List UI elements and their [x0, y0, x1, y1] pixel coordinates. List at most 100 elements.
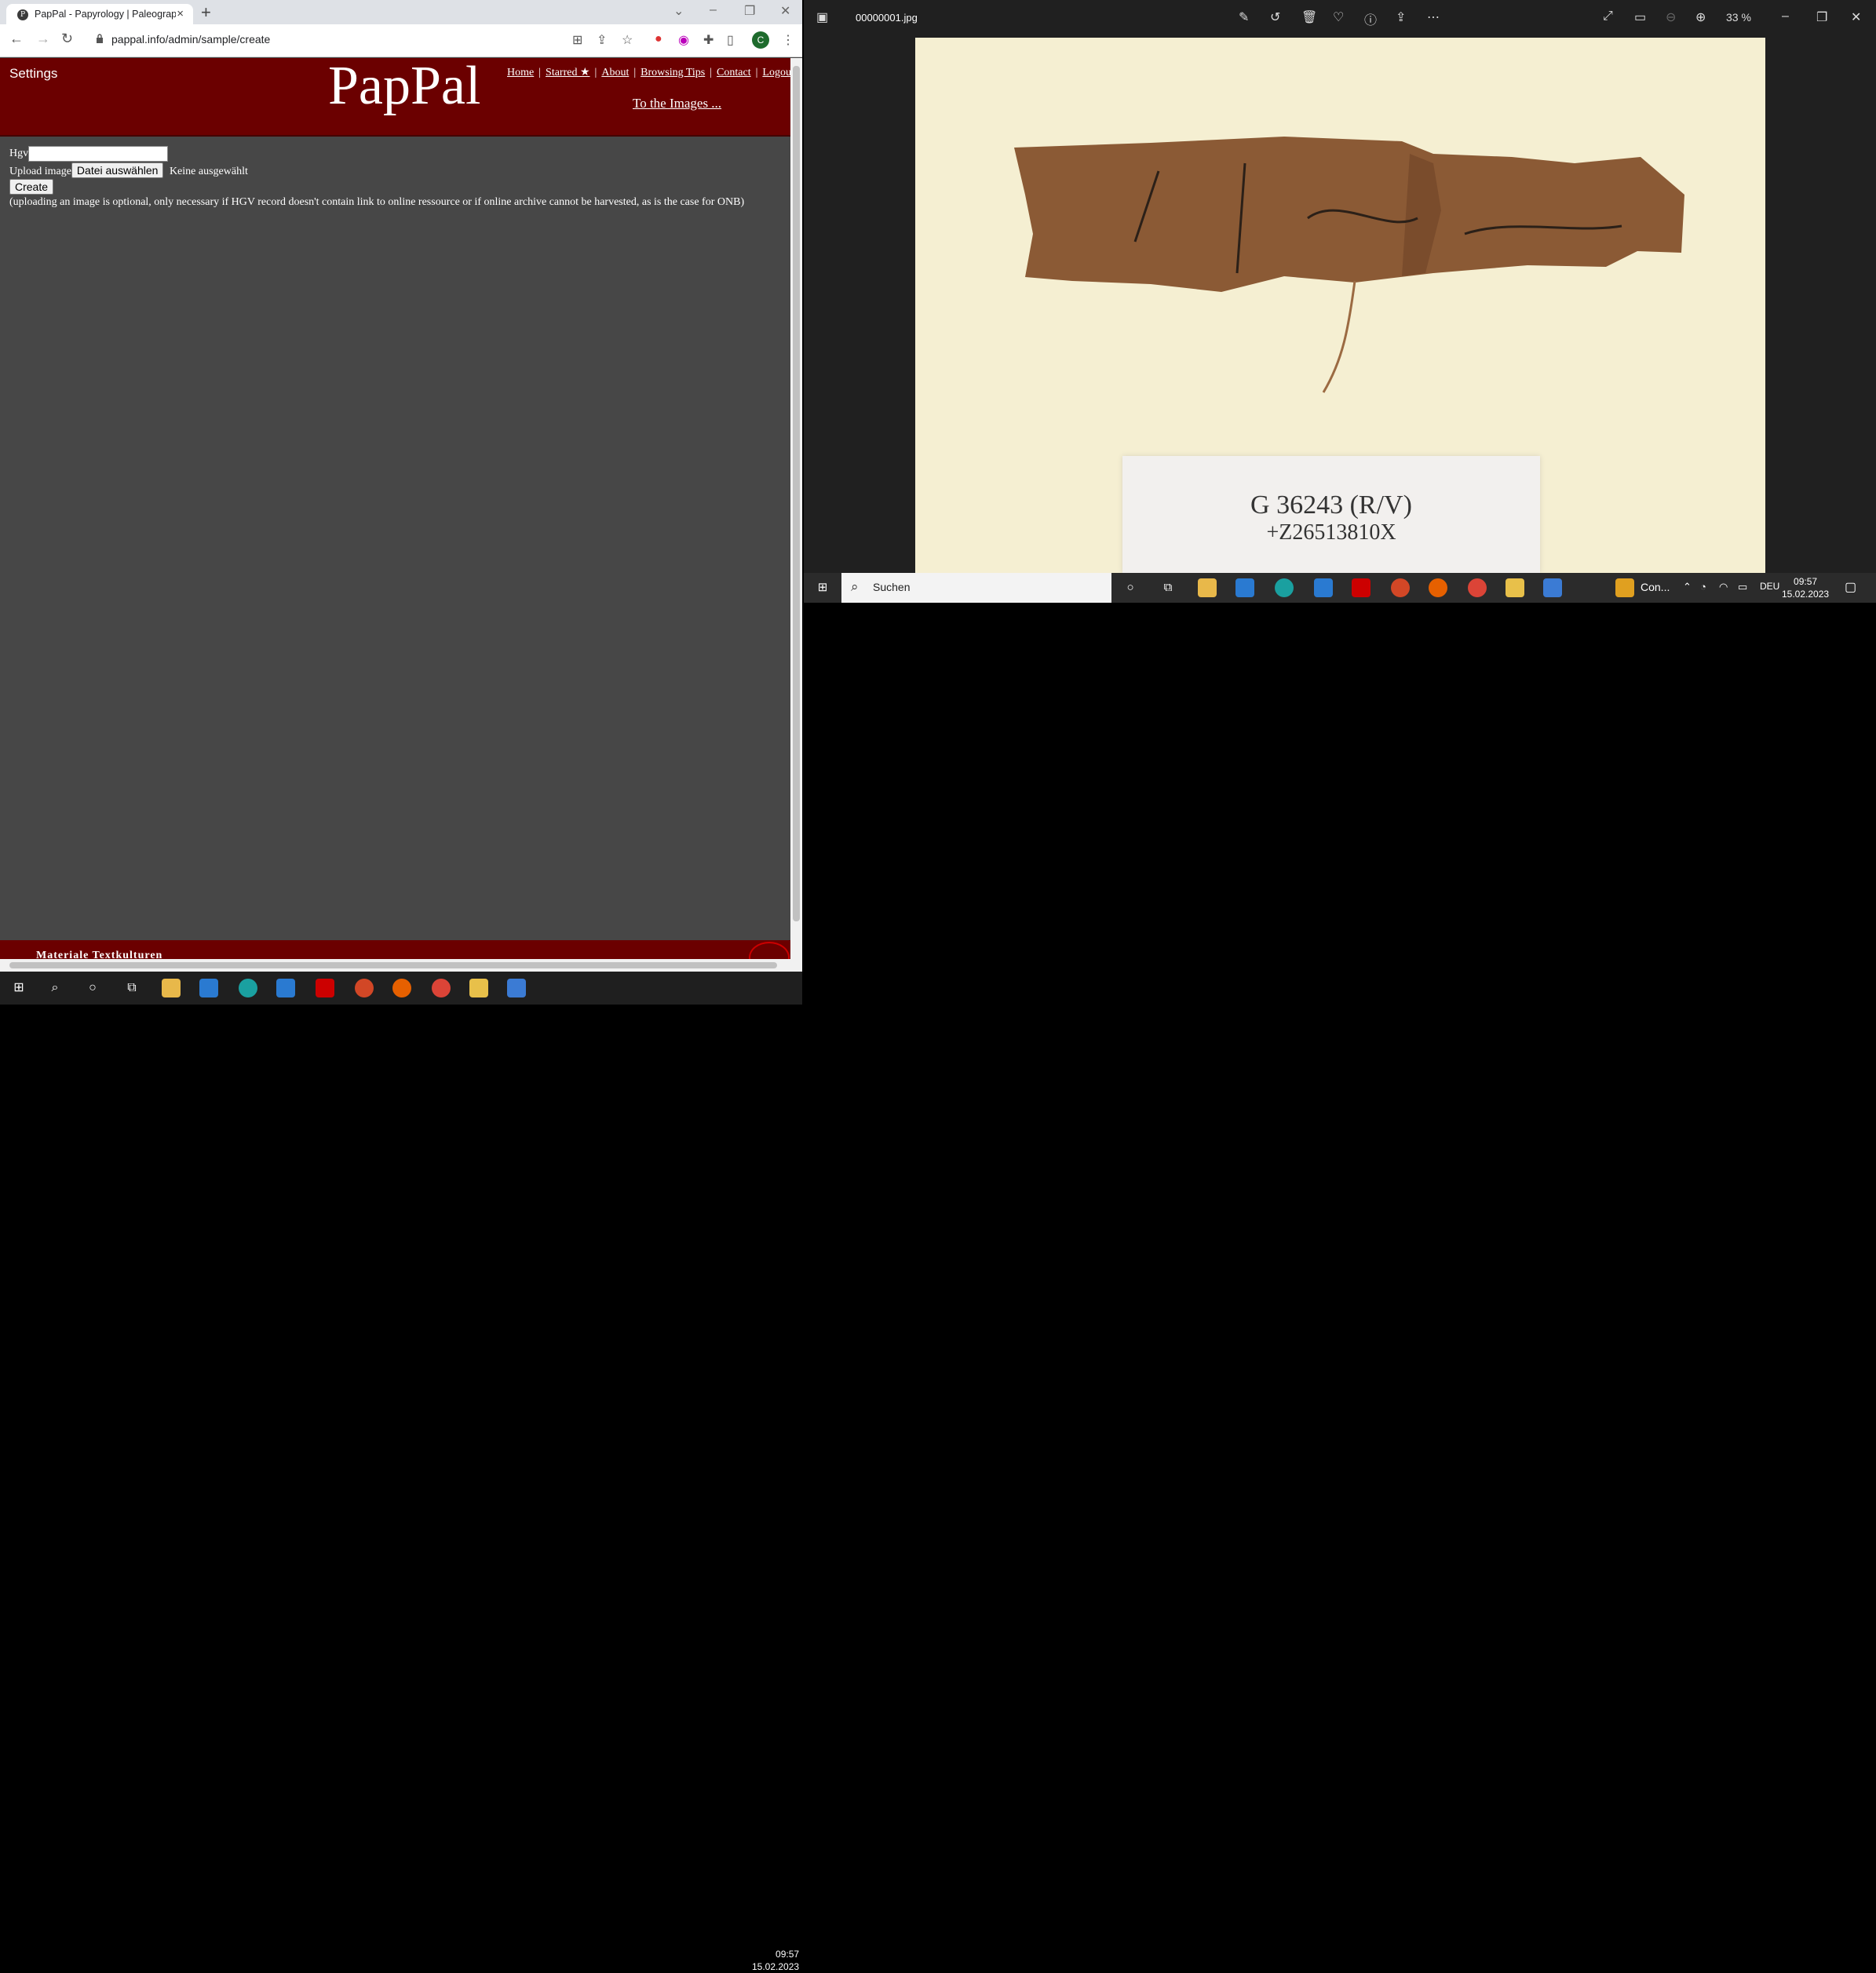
inventory-number: G 36243 (R/V): [1250, 491, 1412, 520]
files-app-icon[interactable]: [1506, 578, 1524, 597]
weather-icon[interactable]: [1615, 578, 1634, 597]
files-app-icon[interactable]: [469, 979, 488, 997]
nav-about[interactable]: About: [601, 67, 629, 78]
store-icon[interactable]: [1235, 578, 1254, 597]
weather-text[interactable]: Con...: [1641, 581, 1670, 593]
scrollbar-thumb[interactable]: [9, 962, 777, 968]
more-icon[interactable]: ⋯: [1427, 9, 1440, 25]
search-icon: ⌕: [851, 579, 859, 594]
omnibox[interactable]: pappal.info/admin/sample/create: [88, 28, 559, 52]
url-text: pappal.info/admin/sample/create: [111, 33, 271, 46]
extension-2-icon[interactable]: ◉: [678, 32, 689, 48]
extensions-puzzle-icon[interactable]: ✚: [703, 32, 714, 48]
zoom-in-icon[interactable]: ⊕: [1695, 9, 1706, 25]
wifi-icon[interactable]: ◠: [1719, 581, 1728, 593]
search-icon[interactable]: ⌕: [46, 979, 64, 997]
store-icon[interactable]: [199, 979, 218, 997]
delete-icon[interactable]: 🗑: [1301, 9, 1317, 25]
powerpoint-icon[interactable]: [355, 979, 374, 997]
language-indicator[interactable]: DEU: [1760, 581, 1779, 592]
mail-icon[interactable]: [1314, 578, 1333, 597]
restore-icon[interactable]: ❐: [1816, 9, 1827, 25]
extension-icon[interactable]: ●: [655, 32, 662, 46]
file-explorer-icon[interactable]: [1198, 578, 1217, 597]
cortana-icon[interactable]: ○: [83, 979, 102, 997]
task-view-icon[interactable]: ⧉: [1159, 578, 1177, 597]
file-explorer-icon[interactable]: [162, 979, 181, 997]
fullscreen-icon[interactable]: ⤢: [1603, 9, 1613, 24]
profile-avatar[interactable]: C: [752, 31, 769, 49]
rotate-icon[interactable]: ↺: [1270, 9, 1280, 25]
to-images-link[interactable]: To the Images ...: [633, 96, 721, 111]
edge-icon[interactable]: [239, 979, 257, 997]
taskbar-clock-left[interactable]: 09:57 15.02.2023: [752, 1948, 799, 1973]
windows-start-icon[interactable]: ⊞: [813, 578, 832, 597]
vertical-scrollbar[interactable]: [790, 58, 802, 972]
restore-icon[interactable]: ❐: [744, 3, 755, 19]
clock-time: 09:57: [1794, 576, 1818, 587]
reload-icon[interactable]: ↻: [61, 31, 73, 47]
nav-logout[interactable]: Logout: [762, 67, 794, 78]
edge-icon[interactable]: [1275, 578, 1294, 597]
share-icon[interactable]: ⇪: [597, 32, 607, 48]
minimize-icon[interactable]: –: [1782, 9, 1789, 24]
close-window-icon[interactable]: ✕: [1851, 9, 1861, 25]
hgv-input[interactable]: [28, 146, 169, 162]
notifications-icon[interactable]: ▢: [1845, 579, 1856, 595]
horizontal-scrollbar[interactable]: [0, 959, 790, 972]
sidepanel-icon[interactable]: ▯: [727, 32, 734, 48]
battery-icon[interactable]: ▭: [1738, 581, 1747, 593]
windows-start-icon[interactable]: ⊞: [9, 979, 28, 997]
mail-icon[interactable]: [276, 979, 295, 997]
zoom-out-icon[interactable]: ⊖: [1666, 9, 1676, 25]
back-icon[interactable]: ←: [9, 31, 24, 47]
browser-window: P PapPal - Papyrology | Paleograph × + ⌄…: [0, 0, 802, 972]
nav-contact[interactable]: Contact: [717, 67, 751, 78]
firefox-icon[interactable]: [1429, 578, 1447, 597]
network-icon[interactable]: ◔: [1700, 581, 1706, 593]
task-view-icon[interactable]: ⧉: [122, 979, 141, 997]
pappal-favicon-icon: P: [17, 9, 28, 20]
cortana-icon[interactable]: ○: [1121, 578, 1140, 597]
hgv-label: Hgv: [9, 148, 29, 160]
close-window-icon[interactable]: ✕: [780, 3, 790, 19]
new-tab-icon[interactable]: +: [201, 2, 211, 23]
acrobat-icon[interactable]: [1352, 578, 1371, 597]
photos-icon[interactable]: [1543, 578, 1562, 597]
zoom-level[interactable]: 33 %: [1726, 11, 1751, 24]
firefox-icon[interactable]: [392, 979, 411, 997]
translate-icon[interactable]: ⊞: [572, 32, 582, 48]
choose-file-button[interactable]: Datei auswählen: [71, 162, 164, 178]
browser-tab[interactable]: P PapPal - Papyrology | Paleograph ×: [6, 4, 193, 24]
nav-separator: |: [633, 67, 637, 78]
edit-image-icon[interactable]: ✎: [1239, 9, 1249, 25]
chevron-up-icon[interactable]: ⌃: [1683, 581, 1692, 593]
minimize-icon[interactable]: –: [710, 3, 717, 17]
close-tab-icon[interactable]: ×: [177, 7, 184, 20]
create-row: Create: [9, 179, 54, 195]
acrobat-icon[interactable]: [316, 979, 334, 997]
info-icon[interactable]: ⓘ: [1364, 9, 1377, 28]
chrome-icon[interactable]: [432, 979, 451, 997]
empty-desktop-area: [804, 603, 1876, 1005]
powerpoint-icon[interactable]: [1391, 578, 1410, 597]
main-nav: Home | Starred ★ | About | Browsing Tips | Conta…: [507, 66, 794, 79]
create-button[interactable]: Create: [9, 179, 54, 195]
scrollbar-thumb[interactable]: [793, 66, 800, 921]
settings-link[interactable]: Settings: [9, 66, 57, 82]
taskbar-search[interactable]: ⌕ Suchen: [841, 573, 1111, 603]
nav-home[interactable]: Home: [507, 67, 534, 78]
forward-icon[interactable]: →: [36, 31, 50, 47]
nav-browsing-tips[interactable]: Browsing Tips: [641, 67, 705, 78]
bookmark-star-icon[interactable]: ☆: [622, 32, 633, 48]
favorite-heart-icon[interactable]: ♡: [1333, 9, 1344, 25]
chrome-icon[interactable]: [1468, 578, 1487, 597]
chevron-down-icon[interactable]: ⌄: [673, 3, 684, 19]
menu-kebab-icon[interactable]: ⋮: [782, 32, 794, 48]
taskbar-clock-right[interactable]: 09:57 15.02.2023: [1782, 575, 1829, 600]
share-icon[interactable]: ⇪: [1396, 9, 1406, 25]
nav-starred[interactable]: Starred ★: [546, 67, 589, 78]
photos-icon[interactable]: [507, 979, 526, 997]
inventory-label-card: G 36243 (R/V) +Z26513810X: [1122, 456, 1540, 573]
actual-size-icon[interactable]: ▭: [1634, 9, 1646, 25]
